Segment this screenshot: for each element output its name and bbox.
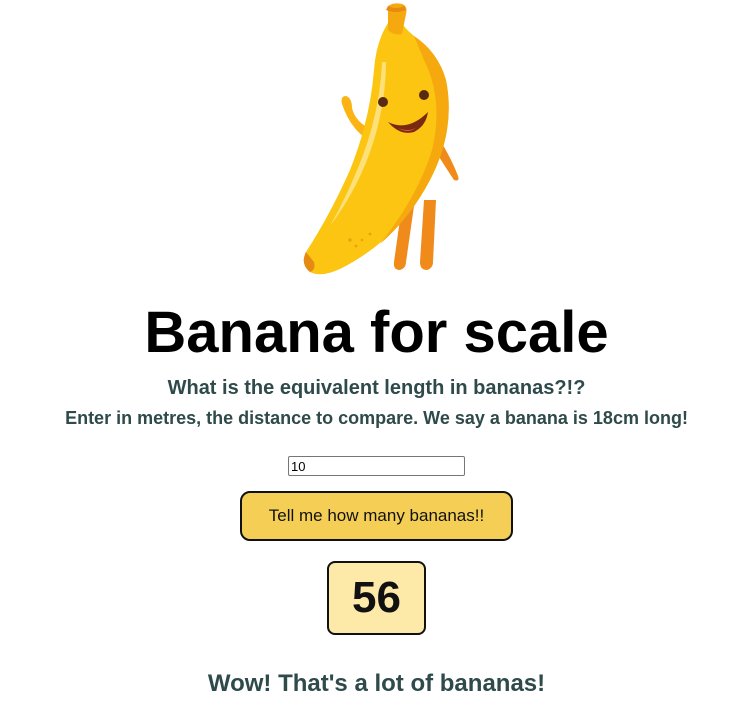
banana-count-result: 56 [327,561,426,635]
distance-input[interactable] [288,456,465,476]
banana-mascot-icon [303,3,459,275]
banana-for-scale-page: Banana for scale What is the equivalent … [0,0,753,705]
page-subtitle: What is the equivalent length in bananas… [167,377,586,399]
calculate-bananas-button[interactable]: Tell me how many bananas!! [240,491,513,541]
page-title: Banana for scale [144,300,609,365]
instructions-text: Enter in metres, the distance to compare… [65,408,688,428]
result-comment: Wow! That's a lot of bananas! [207,670,546,697]
